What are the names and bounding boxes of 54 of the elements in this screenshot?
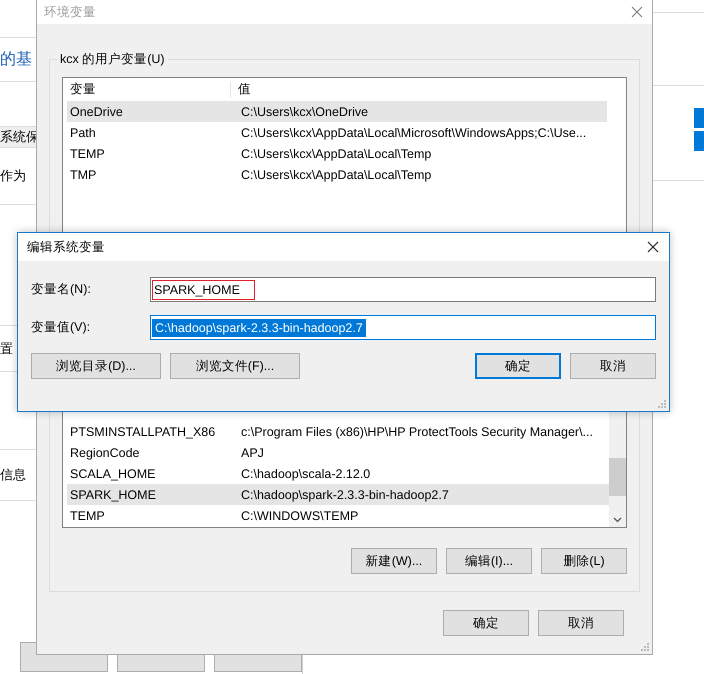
list-row[interactable]: PTSMINSTALLPATH_X86 c:\Program Files (x86)\HP\HP ProtectTools Security Manager\...	[67, 421, 609, 442]
label: 作为	[0, 167, 26, 185]
window-title: 编辑系统变量	[27, 238, 105, 256]
list-row[interactable]: OneDrive C:\Users\kcx\OneDrive	[67, 101, 607, 122]
input-field[interactable]: SPARK_HOME	[150, 277, 656, 302]
table-cell-text: C:\hadoop\scala-2.12.0	[240, 466, 372, 480]
resize-grip-icon[interactable]	[658, 400, 666, 408]
table-cell-text: TEMP	[69, 146, 106, 160]
button[interactable]: 编辑(I)...	[446, 548, 532, 574]
tile-logo-icon	[694, 108, 704, 151]
table-cell-text: APJ	[240, 446, 265, 460]
table-cell-text: PTSMINSTALLPATH_X86	[69, 424, 216, 438]
table-cell-text: c:\Program Files (x86)\HP\HP ProtectTools Security Manager\...	[240, 424, 594, 438]
table-cell-text: C:\Users\kcx\AppData\Local\Microsoft\WindowsApps;C:\Use...	[240, 126, 588, 140]
label: 置	[0, 340, 13, 358]
list-row[interactable]: TMP C:\Users\kcx\AppData\Local\Temp	[67, 164, 607, 185]
list-row[interactable]: SPARK_HOME C:\hadoop\spark-2.3.3-bin-hadoop2.7	[67, 484, 609, 505]
table-cell-text: TMP	[69, 168, 98, 182]
button[interactable]: 取消	[538, 610, 624, 636]
chevron-down-icon[interactable]	[613, 517, 622, 523]
close-icon[interactable]	[647, 241, 659, 253]
column-header[interactable]: 值	[231, 80, 607, 98]
table-cell-text: C:\Users\kcx\OneDrive	[240, 104, 370, 118]
field-label: 变量值(V):	[31, 319, 92, 336]
column-header[interactable]: 变量	[63, 80, 231, 98]
list-row[interactable]: TEMP C:\WINDOWS\TEMP	[67, 505, 609, 526]
table-cell-text: C:\Users\kcx\AppData\Local\Temp	[240, 168, 432, 182]
table-cell-text: TEMP	[69, 508, 106, 522]
list-row[interactable]: Path C:\Users\kcx\AppData\Local\Microsoft\WindowsApps;C:\Use...	[67, 122, 607, 143]
table-cell-text: SPARK_HOME	[69, 488, 157, 502]
window-title: 环境变量	[44, 4, 96, 20]
resize-grip-icon[interactable]	[641, 643, 649, 651]
button[interactable]: 确定	[475, 353, 561, 379]
table-cell-text: SCALA_HOME	[69, 466, 156, 480]
link[interactable]: 的基	[0, 49, 32, 70]
input-field[interactable]: C:\hadoop\spark-2.3.3-bin-hadoop2.7	[150, 315, 656, 340]
list-row[interactable]: SCALA_HOME C:\hadoop\scala-2.12.0	[67, 463, 609, 484]
button[interactable]: 浏览文件(F)...	[170, 353, 300, 379]
group-title: kcx 的用户变量(U)	[57, 51, 168, 68]
list-row[interactable]: TEMP C:\Users\kcx\AppData\Local\Temp	[67, 143, 607, 164]
button[interactable]: 取消	[570, 353, 656, 379]
table-cell-text: C:\WINDOWS\TEMP	[240, 508, 360, 522]
label: 信息	[0, 466, 26, 484]
button[interactable]: 删除(L)	[541, 548, 627, 574]
table-cell-text: OneDrive	[69, 104, 124, 118]
table-cell-text: C:\Users\kcx\AppData\Local\Temp	[240, 146, 432, 160]
table-cell-text: C:\hadoop\spark-2.3.3-bin-hadoop2.7	[240, 488, 450, 502]
list-row[interactable]: RegionCode APJ	[67, 442, 609, 463]
table-cell-text: RegionCode	[69, 446, 140, 460]
button[interactable]: 确定	[443, 610, 529, 636]
field-label: 变量名(N):	[31, 281, 92, 298]
table-cell-text: Path	[69, 126, 97, 140]
button[interactable]: 浏览目录(D)...	[31, 353, 161, 379]
button[interactable]: 新建(W)...	[351, 548, 437, 574]
